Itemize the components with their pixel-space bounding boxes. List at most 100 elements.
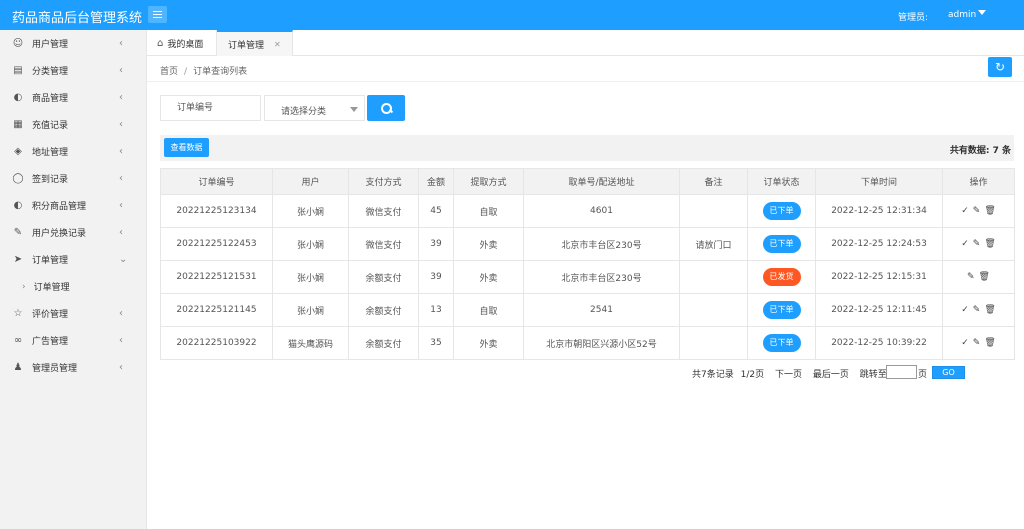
cell-actions: ✓ ✎ 🗑	[942, 293, 1015, 327]
check-icon[interactable]: ✓	[961, 305, 969, 315]
sidebar-item-orders[interactable]: ➤ 订单管理 ⌄	[0, 246, 146, 273]
check-icon[interactable]: ✓	[961, 239, 969, 249]
sidebar-item-label: 用户兑换记录	[32, 229, 87, 239]
sidebar-item-label: 管理员管理	[32, 364, 78, 374]
refresh-button[interactable]: ↻	[988, 57, 1012, 77]
search-icon	[381, 103, 392, 114]
edit-icon[interactable]: ✎	[973, 239, 981, 249]
column-header: 支付方式	[348, 168, 419, 195]
sidebar-item-points-products[interactable]: ◐ 积分商品管理 ‹	[0, 192, 146, 219]
column-header: 备注	[679, 168, 748, 195]
cell-note	[679, 326, 748, 360]
status-badge: 已发货	[762, 268, 801, 286]
caret-down-icon	[350, 107, 358, 112]
search-button[interactable]	[367, 95, 405, 121]
column-header: 提取方式	[453, 168, 524, 195]
cell-pay: 微信支付	[348, 227, 419, 261]
home-icon: ⌂	[157, 37, 164, 49]
cell-note: 请放门口	[679, 227, 748, 261]
cell-user: 张小娴	[272, 194, 349, 228]
cell-user: 张小娴	[272, 293, 349, 327]
sidebar-item-ads[interactable]: ∞ 广告管理 ‹	[0, 327, 146, 354]
edit-icon[interactable]: ✎	[973, 305, 981, 315]
last-page-link[interactable]: 最后一页	[813, 370, 849, 380]
cell-address: 4601	[523, 194, 680, 228]
cell-note	[679, 194, 748, 228]
chevron-left-icon: ‹	[119, 227, 123, 238]
sidebar-item-products[interactable]: ◐ 商品管理 ‹	[0, 84, 146, 111]
sidebar-item-reviews[interactable]: ☆ 评价管理 ‹	[0, 300, 146, 327]
cell-order-no: 20221225121145	[160, 293, 273, 327]
cell-order-no: 20221225122453	[160, 227, 273, 261]
tab-home[interactable]: ⌂ 我的桌面	[147, 30, 217, 56]
sidebar-item-exchange[interactable]: ✎ 用户兑换记录 ‹	[0, 219, 146, 246]
chevron-left-icon: ‹	[119, 119, 123, 130]
sidebar-subitem-label: 订单管理	[33, 283, 70, 293]
go-button[interactable]: GO	[932, 366, 965, 379]
sidebar-item-address[interactable]: ◈ 地址管理 ‹	[0, 138, 146, 165]
admin-menu[interactable]: admin	[948, 10, 976, 20]
link-icon: ∞	[13, 335, 23, 346]
chevron-left-icon: ‹	[119, 200, 123, 211]
check-icon[interactable]: ✓	[961, 338, 969, 348]
cell-status: 已下单	[747, 194, 816, 228]
cell-user: 张小娴	[272, 227, 349, 261]
trash-icon[interactable]: 🗑	[979, 272, 990, 282]
column-header: 订单编号	[160, 168, 273, 195]
table-row: 20221225122453 张小娴 微信支付 39 外卖 北京市丰台区230号 请放门口已…	[160, 227, 1015, 261]
jump-page-input[interactable]	[886, 365, 917, 379]
sidebar-item-users[interactable]: ☺ 用户管理 ‹	[0, 30, 146, 57]
chevron-right-icon: ›	[22, 281, 26, 292]
pager-records: 共7条记录	[692, 370, 734, 380]
edit-icon[interactable]: ✎	[973, 338, 981, 348]
cell-amount: 35	[418, 326, 454, 360]
order-no-input[interactable]	[160, 95, 261, 121]
cell-time: 2022-12-25 12:31:34	[815, 194, 943, 228]
sidebar-item-recharge[interactable]: ▦ 充值记录 ‹	[0, 111, 146, 138]
person-icon: ♟	[13, 362, 23, 373]
send-icon: ➤	[13, 254, 23, 265]
trash-icon[interactable]: 🗑	[984, 338, 995, 348]
sidebar-subitem-orders[interactable]: › 订单管理	[0, 273, 146, 300]
trash-icon[interactable]: 🗑	[984, 305, 995, 315]
cell-note	[679, 260, 748, 294]
cell-order-no: 20221225123134	[160, 194, 273, 228]
cell-order-no: 20221225103922	[160, 326, 273, 360]
status-badge: 已下单	[762, 334, 801, 352]
chevron-left-icon: ‹	[119, 308, 123, 319]
pager-page: 1/2页	[740, 370, 765, 380]
cell-pay: 余额支付	[348, 326, 419, 360]
close-icon[interactable]: ✕	[274, 40, 281, 49]
trash-icon[interactable]: 🗑	[984, 206, 995, 216]
caret-down-icon[interactable]	[978, 10, 986, 15]
cell-note	[679, 293, 748, 327]
admin-label: 管理员:	[898, 13, 929, 23]
sidebar-item-category[interactable]: ▤ 分类管理 ‹	[0, 57, 146, 84]
cell-status: 已发货	[747, 260, 816, 294]
edit-icon[interactable]: ✎	[973, 206, 981, 216]
category-select[interactable]: 请选择分类	[264, 95, 365, 121]
view-data-button[interactable]: 查看数据	[164, 138, 209, 157]
cell-actions: ✓ ✎ 🗑	[942, 227, 1015, 261]
sidebar-item-checkin[interactable]: ◯ 签到记录 ‹	[0, 165, 146, 192]
sidebar: ☺ 用户管理 ‹ ▤ 分类管理 ‹ ◐ 商品管理 ‹ ▦ 充值记录 ‹ ◈ 地址…	[0, 30, 147, 529]
cell-address: 北京市朝阳区兴源小区52号	[523, 326, 680, 360]
cell-order-no: 20221225121531	[160, 260, 273, 294]
cell-pickup: 外卖	[453, 260, 524, 294]
breadcrumb-home[interactable]: 首页	[160, 67, 178, 77]
cell-pay: 余额支付	[348, 293, 419, 327]
sidebar-item-label: 分类管理	[32, 67, 69, 77]
trash-icon[interactable]: 🗑	[984, 239, 995, 249]
chevron-down-icon: ⌄	[119, 254, 128, 265]
check-icon[interactable]: ✓	[961, 206, 969, 216]
tab-orders[interactable]: 订单管理 ✕	[217, 30, 293, 56]
next-page-link[interactable]: 下一页	[775, 370, 802, 380]
pagination: 共7条记录 1/2页 下一页 最后一页 跳转至	[692, 367, 891, 380]
chevron-left-icon: ‹	[119, 335, 123, 346]
cell-amount: 45	[418, 194, 454, 228]
menu-toggle-button[interactable]	[148, 6, 167, 23]
edit-icon[interactable]: ✎	[967, 272, 975, 282]
sidebar-item-label: 充值记录	[32, 121, 69, 131]
column-header: 用户	[272, 168, 349, 195]
sidebar-item-admins[interactable]: ♟ 管理员管理 ‹	[0, 354, 146, 381]
